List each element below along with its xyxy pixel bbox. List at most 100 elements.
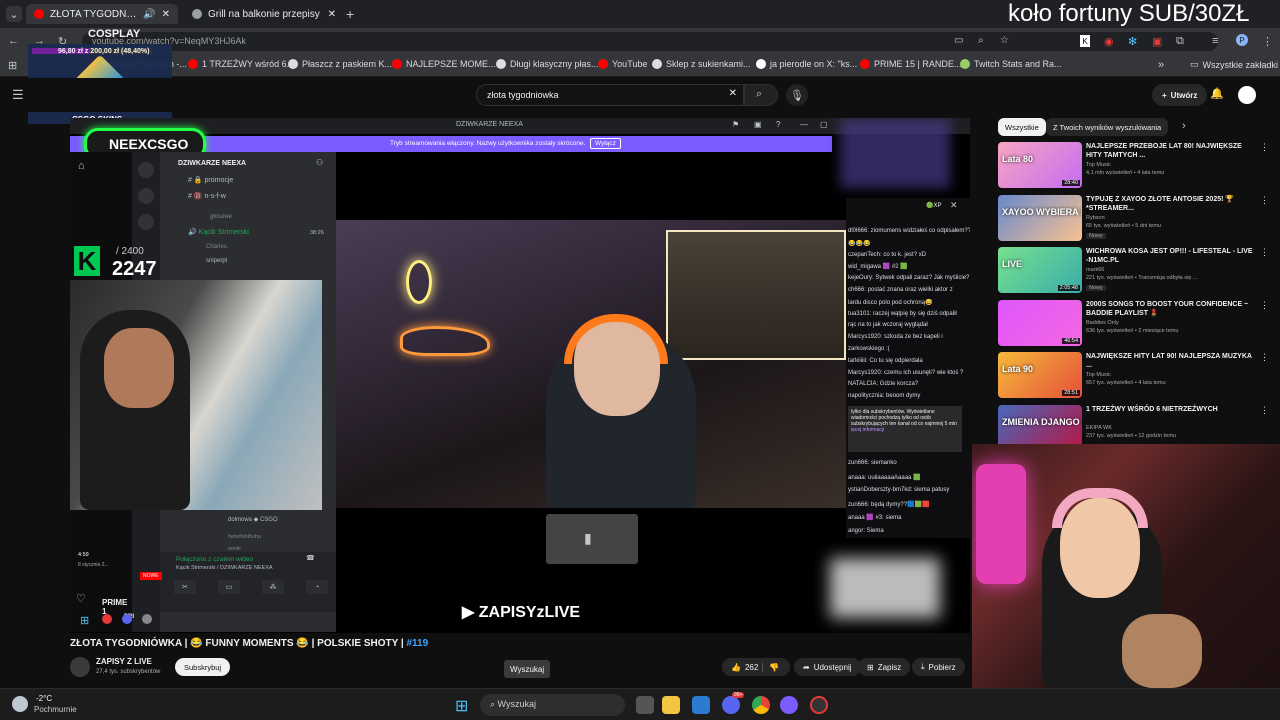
taskbar-search-input[interactable]: ⌕ Wyszukaj	[480, 694, 625, 716]
save-button[interactable]: ⊞ Zapisz	[858, 658, 911, 676]
tab-grill[interactable]: Grill na balkonie przepisy ✕	[184, 4, 344, 24]
recommendation-item[interactable]: LIVE 2:05:48 WICHROWA KOSA JEST OP!!! - LI…	[998, 247, 1269, 295]
filter-chip-search-results[interactable]: Z Twoich wyników wyszukiwania	[1046, 118, 1169, 136]
voice-user[interactable]: sniperpl	[206, 258, 227, 264]
extension-blue-icon[interactable]: ✻	[1128, 35, 1137, 48]
recommendation-item[interactable]: 46:54 2000s songs to boost your confidenc…	[998, 299, 1269, 348]
channel-item[interactable]: # 🔒 promocje	[188, 176, 233, 184]
extensions-puzzle-icon[interactable]: ⧉	[1176, 35, 1184, 48]
bookmark-item[interactable]: ja pierodle on X: "ks...	[756, 59, 857, 69]
file-explorer-icon[interactable]	[662, 696, 680, 714]
home-icon[interactable]: ⌂	[78, 160, 85, 172]
all-bookmarks-folder[interactable]: ▭ Wszystkie zakładki	[1190, 59, 1278, 70]
obs-taskbar-icon[interactable]	[810, 696, 828, 714]
like-button[interactable]: 👍 262 👎	[722, 658, 790, 676]
recommendation-item[interactable]: Lata 80 28:40 NAJLEPSZE PRZEBOJE LAT 80! N…	[998, 142, 1269, 190]
inbox-icon[interactable]: ▣	[754, 120, 762, 129]
add-member-icon[interactable]: ⚇	[316, 158, 323, 167]
disable-streamer-mode-button[interactable]: Wyłącz	[590, 138, 621, 149]
tab-youtube-video[interactable]: ZŁOTA TYGODNIÓWKA | 😂 FUN 🔊 ✕	[26, 4, 178, 24]
extension-pink-icon[interactable]: ▣	[1152, 35, 1162, 48]
more-options-icon[interactable]: ⋮	[1260, 352, 1269, 363]
more-bookmarks-icon[interactable]: »	[1158, 59, 1164, 71]
profile-avatar[interactable]: P	[1236, 34, 1248, 46]
recommendation-channel[interactable]: mark66	[1086, 267, 1104, 273]
bookmark-star-icon[interactable]: ☆	[1000, 35, 1009, 46]
pin-icon[interactable]: ⚑	[732, 120, 739, 129]
bookmark-item[interactable]: Długi klasyczny płas...	[496, 59, 599, 69]
zoom-icon[interactable]: ⌕	[978, 35, 984, 46]
discord-taskbar-icon[interactable]	[722, 696, 740, 714]
recommendation-channel[interactable]: Top Music	[1086, 372, 1111, 378]
bookmark-item[interactable]: Sklep z sukienkami...	[652, 59, 751, 69]
video-thumbnail[interactable]: 46:54	[998, 299, 1082, 346]
filter-chip-all[interactable]: Wszystkie	[998, 118, 1046, 136]
close-icon[interactable]: ✕	[328, 9, 336, 20]
bookmark-item[interactable]: YouTube	[598, 59, 647, 69]
share-button[interactable]: ➦ Udostępnij	[794, 658, 861, 676]
dm-user[interactable]: sonik	[228, 546, 241, 552]
recommendation-channel[interactable]: Top Music	[1086, 162, 1111, 168]
activities-icon[interactable]: ⁂	[262, 580, 284, 594]
clear-search-icon[interactable]: ✕	[729, 88, 737, 99]
tab-search-icon[interactable]: ⌄	[6, 6, 22, 22]
subscribe-button[interactable]: Subskrybuj	[175, 658, 231, 676]
heart-icon[interactable]: ♡	[76, 592, 86, 605]
hamburger-menu-icon[interactable]: ☰	[12, 87, 24, 103]
bookmark-item[interactable]: 1 TRZEŹWY wśród 6...	[188, 59, 294, 69]
maximize-icon[interactable]: ▢	[820, 120, 828, 129]
minimize-icon[interactable]: —	[800, 120, 808, 129]
more-options-icon[interactable]: ⋮	[1260, 247, 1269, 258]
server-icon[interactable]	[138, 162, 154, 178]
channel-avatar[interactable]	[70, 657, 90, 677]
chrome-taskbar-icon[interactable]	[752, 696, 770, 714]
task-view-icon[interactable]	[636, 696, 654, 714]
video-thumbnail[interactable]: Lata 90 28:51	[998, 352, 1082, 398]
account-avatar[interactable]	[1238, 86, 1256, 104]
recommendation-channel[interactable]: Rybson	[1086, 215, 1105, 221]
start-windows-icon[interactable]: ⊞	[455, 696, 468, 716]
video-thumbnail[interactable]: Lata 80 28:40	[998, 142, 1082, 188]
recommendation-item[interactable]: XAYOO WYBIERA KTO WYGRA AN... TYPUJĘ Z XA…	[998, 194, 1269, 243]
soundboard-icon[interactable]: ◔	[306, 580, 328, 594]
bookmark-item[interactable]: NAJLEPSZE MOME...	[392, 59, 496, 69]
dm-user[interactable]: hehehihihuhu	[228, 534, 261, 540]
search-button[interactable]: ⌕	[744, 84, 778, 106]
voice-user[interactable]: Charles.	[206, 244, 228, 250]
menu-dots-icon[interactable]: ⋮	[1262, 35, 1273, 48]
recommendation-channel[interactable]: Baddies Only	[1086, 320, 1119, 326]
reading-list-icon[interactable]: ≡	[1212, 35, 1218, 47]
voice-channel[interactable]: 🔊 Kącik Strimerski	[188, 228, 249, 236]
extension-k-icon[interactable]: K	[1080, 35, 1090, 47]
channel-item[interactable]: # 🔞 n-s-f-w	[188, 192, 226, 200]
server-name[interactable]: DZIWKARZE NEEXA	[178, 160, 246, 167]
help-icon[interactable]: ?	[776, 120, 780, 129]
more-options-icon[interactable]: ⋮	[1260, 405, 1269, 416]
hashtag-link[interactable]: #119	[406, 638, 428, 649]
bookmark-item[interactable]: PRIME 15 | RANDE...	[860, 59, 961, 69]
video-player[interactable]: DZIWKARZE NEEXA ⚑ ▣ ? — ▢ Tryb streamowa…	[70, 118, 970, 633]
server-icon[interactable]	[138, 214, 154, 230]
close-chat-icon[interactable]: ✕	[950, 200, 958, 211]
video-thumbnail[interactable]: LIVE 2:05:48	[998, 247, 1082, 293]
store-icon[interactable]	[692, 696, 710, 714]
bookmark-item[interactable]: Twitch Stats and Ra...	[960, 59, 1062, 69]
cast-icon[interactable]: ▭	[954, 35, 963, 46]
server-icon[interactable]	[138, 188, 154, 204]
apps-grid-icon[interactable]: ⊞	[8, 59, 17, 72]
more-options-icon[interactable]: ⋮	[1260, 300, 1269, 311]
microphone-icon[interactable]: 🎙	[786, 84, 808, 106]
recommendation-item[interactable]: Lata 90 28:51 NAJWIĘKSZE HITY LAT 90! NAJL…	[998, 352, 1269, 400]
recommendation-channel[interactable]: EKIPA WK	[1086, 425, 1112, 431]
more-options-icon[interactable]: ⋮	[1260, 142, 1269, 153]
back-icon[interactable]: ←	[8, 35, 19, 47]
noise-icon[interactable]: ✂	[174, 580, 196, 594]
video-thumbnail[interactable]: XAYOO WYBIERA KTO WYGRA AN...	[998, 194, 1082, 241]
close-icon[interactable]: ✕	[162, 9, 170, 20]
more-info-link[interactable]: ięcej informacji	[851, 427, 884, 433]
screen-share-icon[interactable]: ▭	[218, 580, 240, 594]
weather-temp[interactable]: -2°C	[36, 694, 52, 703]
address-field[interactable]: youtube.com/watch?v=NeqMY3HJ6Ak ▭ ⌕ ☆	[82, 32, 1218, 51]
thumbs-down-icon[interactable]: 👎	[762, 662, 779, 672]
channel-name[interactable]: ZAPISY Z LIVE	[96, 657, 152, 666]
